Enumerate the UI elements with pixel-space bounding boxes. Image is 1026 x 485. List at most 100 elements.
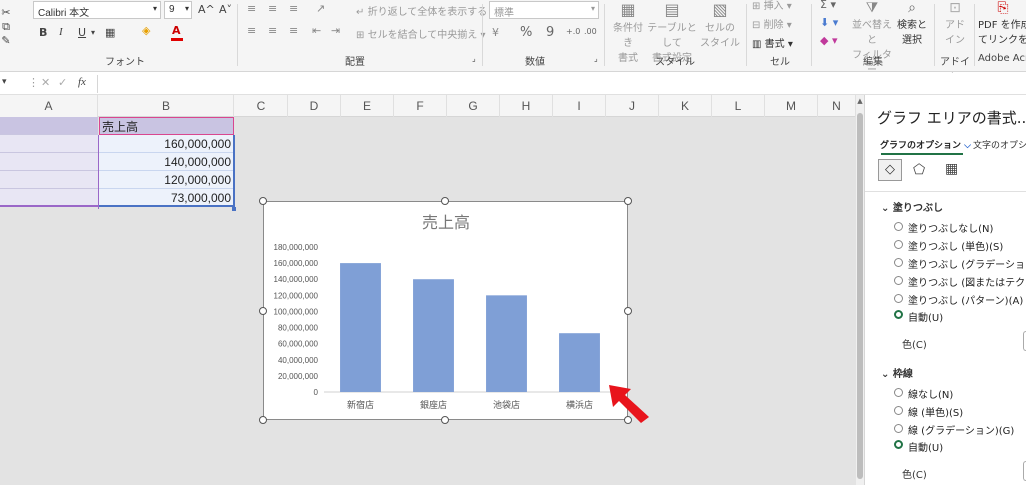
- bar[interactable]: [340, 263, 381, 392]
- comma-button[interactable]: 9: [546, 25, 554, 40]
- column-header-n[interactable]: N: [818, 95, 856, 117]
- column-header-m[interactable]: M: [765, 95, 818, 117]
- font-grow-button[interactable]: A^: [198, 3, 215, 16]
- decimal-decrease-button[interactable]: .00: [584, 27, 597, 36]
- resize-handle[interactable]: [441, 416, 449, 424]
- fill-down-icon[interactable]: ⬇ ▾: [820, 16, 838, 29]
- resize-handle[interactable]: [624, 197, 632, 205]
- vertical-scrollbar[interactable]: ▲: [856, 95, 864, 485]
- column-header-b[interactable]: B: [99, 95, 234, 117]
- cell-styles-button[interactable]: ▧ セルの スタイル: [700, 0, 740, 49]
- column-header-l[interactable]: L: [712, 95, 765, 117]
- orientation-icon[interactable]: ↗: [316, 2, 325, 15]
- cell-a5[interactable]: [0, 189, 98, 207]
- align-top-icon[interactable]: ≡: [247, 2, 256, 15]
- radio-line-gradient[interactable]: [894, 424, 903, 433]
- column-header-a[interactable]: A: [0, 95, 98, 117]
- option-line-gradient[interactable]: 線 (グラデーション)(G): [908, 422, 1014, 437]
- cell-a4[interactable]: [0, 171, 98, 189]
- align-left-icon[interactable]: ≡: [247, 24, 256, 37]
- cut-icon[interactable]: ✂: [0, 6, 12, 19]
- cell-b5[interactable]: 73,000,000: [99, 189, 234, 207]
- copy-icon[interactable]: ⧉: [0, 20, 12, 34]
- currency-icon[interactable]: ¥: [492, 26, 499, 39]
- merge-center-button[interactable]: ⊞ セルを結合して中央揃え ▾: [356, 26, 486, 41]
- chevron-down-icon[interactable]: ▾: [91, 28, 95, 37]
- delete-button[interactable]: ⊟ 削除 ▾: [752, 16, 792, 31]
- dialog-launcher-icon[interactable]: ⌟: [594, 54, 598, 63]
- border-icon[interactable]: ▦: [105, 26, 115, 39]
- align-center-icon[interactable]: ≡: [268, 24, 277, 37]
- radio-fill-none[interactable]: [894, 222, 903, 231]
- insert-function-button[interactable]: fx: [78, 76, 86, 88]
- resize-handle[interactable]: [259, 416, 267, 424]
- cell-a3[interactable]: [0, 153, 98, 171]
- chart-title[interactable]: 売上高: [422, 214, 470, 232]
- radio-fill-gradient[interactable]: [894, 258, 903, 267]
- wrap-text-button[interactable]: ↵ 折り返して全体を表示する: [356, 3, 487, 18]
- option-fill-auto[interactable]: 自動(U): [908, 309, 943, 324]
- column-header-g[interactable]: G: [447, 95, 500, 117]
- underline-button[interactable]: U: [78, 26, 86, 39]
- align-middle-icon[interactable]: ≡: [268, 2, 277, 15]
- resize-handle[interactable]: [259, 197, 267, 205]
- create-pdf-button[interactable]: ⎘ PDF を作成 てリンクを共: [978, 0, 1026, 46]
- addins-button[interactable]: ⊡ アド イン: [938, 0, 972, 46]
- column-header-c[interactable]: C: [235, 95, 288, 117]
- column-header-i[interactable]: I: [553, 95, 606, 117]
- fill-section-header[interactable]: ⌄ 塗りつぶし: [881, 199, 943, 214]
- percent-button[interactable]: %: [520, 25, 532, 40]
- radio-line-solid[interactable]: [894, 406, 903, 415]
- column-header-j[interactable]: J: [606, 95, 659, 117]
- radio-line-none[interactable]: [894, 388, 903, 397]
- font-size-select[interactable]: 9 ▾: [164, 1, 192, 19]
- bar[interactable]: [413, 279, 454, 392]
- decimal-increase-button[interactable]: +.0: [566, 27, 580, 36]
- font-name-select[interactable]: Calibri 本文 ▾: [33, 1, 161, 19]
- tab-graph-options[interactable]: グラフのオプション ⌵: [880, 138, 971, 151]
- column-header-h[interactable]: H: [500, 95, 553, 117]
- font-shrink-button[interactable]: A˅: [219, 3, 232, 16]
- align-bottom-icon[interactable]: ≡: [289, 2, 298, 15]
- cell-a1[interactable]: [0, 117, 98, 135]
- indent-increase-icon[interactable]: ⇥: [331, 24, 340, 37]
- radio-line-auto[interactable]: [894, 440, 903, 449]
- font-color-icon[interactable]: A: [172, 24, 181, 37]
- scroll-up-icon[interactable]: ▲: [856, 97, 864, 105]
- cell-a2[interactable]: [0, 135, 98, 153]
- chevron-down-icon[interactable]: ▾: [2, 77, 7, 87]
- effects-icon[interactable]: ⬠: [913, 162, 925, 178]
- radio-fill-solid[interactable]: [894, 240, 903, 249]
- bar[interactable]: [486, 295, 527, 392]
- option-line-auto[interactable]: 自動(U): [908, 439, 943, 454]
- radio-fill-pattern[interactable]: [894, 294, 903, 303]
- fill-handle[interactable]: [232, 207, 236, 211]
- cell-b2[interactable]: 160,000,000: [99, 135, 234, 153]
- conditional-format-button[interactable]: ▦ 条件付き 書式: [610, 0, 646, 64]
- option-fill-solid[interactable]: 塗りつぶし (単色)(S): [908, 238, 1003, 253]
- dialog-launcher-icon[interactable]: ⌟: [472, 54, 476, 63]
- column-header-d[interactable]: D: [288, 95, 341, 117]
- option-fill-gradient[interactable]: 塗りつぶし (グラデーション)(G): [908, 256, 1026, 271]
- indent-decrease-icon[interactable]: ⇤: [312, 24, 321, 37]
- column-header-k[interactable]: K: [659, 95, 712, 117]
- cell-b4[interactable]: 120,000,000: [99, 171, 234, 189]
- confirm-icon[interactable]: ✓: [58, 76, 67, 89]
- option-fill-none[interactable]: 塗りつぶしなし(N): [908, 220, 993, 235]
- format-button[interactable]: ▥ 書式 ▾: [752, 35, 793, 50]
- italic-button[interactable]: I: [59, 26, 63, 38]
- autosum-icon[interactable]: Σ ▾: [820, 0, 836, 11]
- eraser-icon[interactable]: ◆ ▾: [820, 34, 837, 47]
- fill-line-icon[interactable]: ◇: [878, 159, 902, 181]
- radio-fill-auto[interactable]: [894, 310, 903, 319]
- align-right-icon[interactable]: ≡: [289, 24, 298, 37]
- formula-input[interactable]: [97, 75, 1026, 93]
- option-fill-picture[interactable]: 塗りつぶし (図またはテクスチャ)(P: [908, 274, 1026, 289]
- insert-button[interactable]: ⊞ 挿入 ▾: [752, 0, 792, 12]
- fill-color-icon[interactable]: ◈: [142, 24, 150, 37]
- number-format-select[interactable]: 標準 ▾: [489, 1, 599, 19]
- size-properties-icon[interactable]: ▦: [945, 161, 958, 177]
- column-header-e[interactable]: E: [341, 95, 394, 117]
- option-line-solid[interactable]: 線 (単色)(S): [908, 404, 963, 419]
- resize-handle[interactable]: [259, 307, 267, 315]
